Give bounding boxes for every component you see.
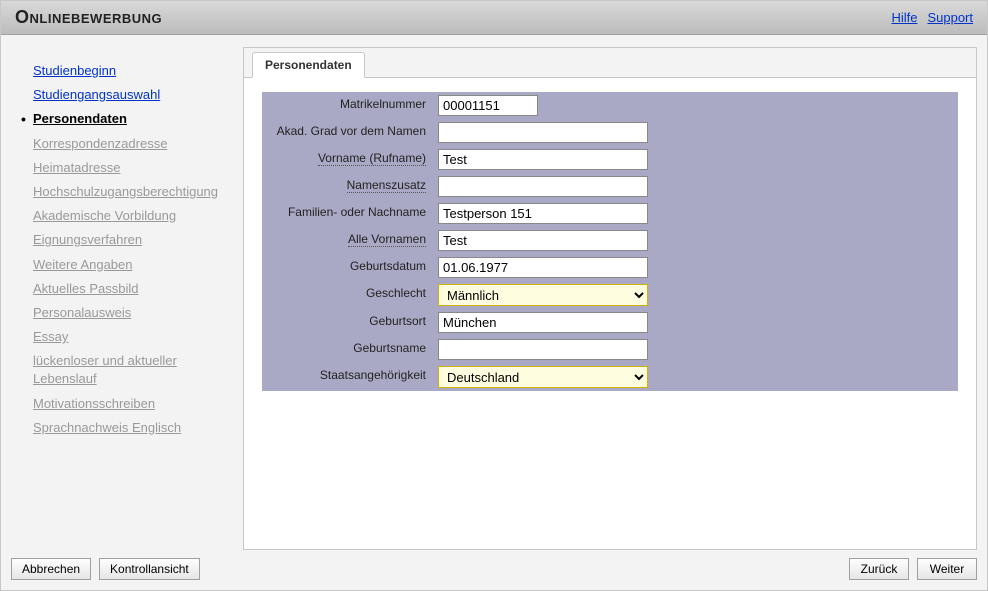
label-alle-vornamen: Alle Vornamen <box>262 227 434 254</box>
input-geburtsname[interactable] <box>438 339 648 360</box>
sidebar-item-essay: Essay <box>21 325 243 349</box>
sidebar-item-label: Korrespondenzadresse <box>33 136 167 151</box>
sidebar-item-studienbeginn[interactable]: Studienbeginn <box>21 59 243 83</box>
sidebar-item-label: Weitere Angaben <box>33 257 133 272</box>
sidebar-item-label: Aktuelles Passbild <box>33 281 139 296</box>
label-geburtsort: Geburtsort <box>262 309 434 336</box>
kontrollansicht-button[interactable]: Kontrollansicht <box>99 558 200 580</box>
sidebar-item-sprachnachweis: Sprachnachweis Englisch <box>21 416 243 440</box>
sidebar-item-eignungsverfahren: Eignungsverfahren <box>21 228 243 252</box>
input-alle-vornamen[interactable] <box>438 230 648 251</box>
sidebar-item-personalausweis: Personalausweis <box>21 301 243 325</box>
header-links: Hilfe Support <box>891 10 973 25</box>
sidebar-item-label: Heimatadresse <box>33 160 120 175</box>
header-bar: Onlinebewerbung Hilfe Support <box>1 1 987 35</box>
sidebar-item-personendaten[interactable]: Personendaten <box>21 107 243 131</box>
label-nachname: Familien- oder Nachname <box>262 200 434 227</box>
sidebar-item-label: Personalausweis <box>33 305 131 320</box>
sidebar-item-label: Studiengangsauswahl <box>33 87 160 102</box>
sidebar-item-label: Studienbeginn <box>33 63 116 78</box>
help-link[interactable]: Hilfe <box>891 10 917 25</box>
sidebar: Studienbeginn Studiengangsauswahl Person… <box>11 47 243 550</box>
sidebar-item-korrespondenzadresse: Korrespondenzadresse <box>21 132 243 156</box>
main-panel: Personendaten Matrikelnummer Akad. Grad … <box>243 47 977 550</box>
sidebar-list: Studienbeginn Studiengangsauswahl Person… <box>21 59 243 440</box>
page-title: Onlinebewerbung <box>15 7 162 28</box>
sidebar-item-akademische-vorbildung: Akademische Vorbildung <box>21 204 243 228</box>
next-button[interactable]: Weiter <box>917 558 977 580</box>
sidebar-item-lebenslauf: lückenloser und aktueller Lebenslauf <box>21 349 243 391</box>
form-area: Matrikelnummer Akad. Grad vor dem Namen … <box>244 78 976 549</box>
select-geschlecht[interactable]: Männlich <box>438 284 648 306</box>
sidebar-item-motivationsschreiben: Motivationsschreiben <box>21 392 243 416</box>
input-namenszusatz[interactable] <box>438 176 648 197</box>
body: Studienbeginn Studiengangsauswahl Person… <box>1 35 987 550</box>
input-geburtsort[interactable] <box>438 312 648 333</box>
sidebar-item-label: Eignungsverfahren <box>33 232 142 247</box>
input-matrikelnummer <box>438 95 538 116</box>
sidebar-item-heimatadresse: Heimatadresse <box>21 156 243 180</box>
app-window: Onlinebewerbung Hilfe Support Studienbeg… <box>0 0 988 591</box>
footer-left: Abbrechen Kontrollansicht <box>11 558 200 580</box>
sidebar-item-label: Hochschulzugangsberechtigung <box>33 184 218 199</box>
support-link[interactable]: Support <box>927 10 973 25</box>
label-matrikelnummer: Matrikelnummer <box>262 92 434 119</box>
label-geburtsname: Geburtsname <box>262 336 434 363</box>
label-staatsangehoerigkeit: Staatsangehörigkeit <box>262 363 434 391</box>
footer: Abbrechen Kontrollansicht Zurück Weiter <box>1 550 987 590</box>
footer-right: Zurück Weiter <box>849 558 977 580</box>
tabstrip: Personendaten <box>244 48 976 78</box>
label-geschlecht: Geschlecht <box>262 281 434 309</box>
input-akad-grad[interactable] <box>438 122 648 143</box>
sidebar-item-aktuelles-passbild: Aktuelles Passbild <box>21 277 243 301</box>
sidebar-item-label: Motivationsschreiben <box>33 396 155 411</box>
sidebar-item-label: Akademische Vorbildung <box>33 208 176 223</box>
sidebar-item-hochschulzugangsberechtigung: Hochschulzugangsberechtigung <box>21 180 243 204</box>
input-vorname[interactable] <box>438 149 648 170</box>
sidebar-item-weitere-angaben: Weitere Angaben <box>21 253 243 277</box>
input-geburtsdatum[interactable] <box>438 257 648 278</box>
label-vorname: Vorname (Rufname) <box>262 146 434 173</box>
form-grid: Matrikelnummer Akad. Grad vor dem Namen … <box>262 92 958 391</box>
label-namenszusatz: Namenszusatz <box>262 173 434 200</box>
sidebar-item-label: Personendaten <box>33 111 127 126</box>
input-nachname[interactable] <box>438 203 648 224</box>
sidebar-item-label: Sprachnachweis Englisch <box>33 420 181 435</box>
cancel-button[interactable]: Abbrechen <box>11 558 91 580</box>
sidebar-item-label: Essay <box>33 329 68 344</box>
tab-personendaten[interactable]: Personendaten <box>252 52 365 78</box>
back-button[interactable]: Zurück <box>849 558 909 580</box>
label-akad-grad: Akad. Grad vor dem Namen <box>262 119 434 146</box>
sidebar-item-studiengangsauswahl[interactable]: Studiengangsauswahl <box>21 83 243 107</box>
sidebar-item-label: lückenloser und aktueller Lebenslauf <box>33 353 177 386</box>
select-staatsangehoerigkeit[interactable]: Deutschland <box>438 366 648 388</box>
label-geburtsdatum: Geburtsdatum <box>262 254 434 281</box>
